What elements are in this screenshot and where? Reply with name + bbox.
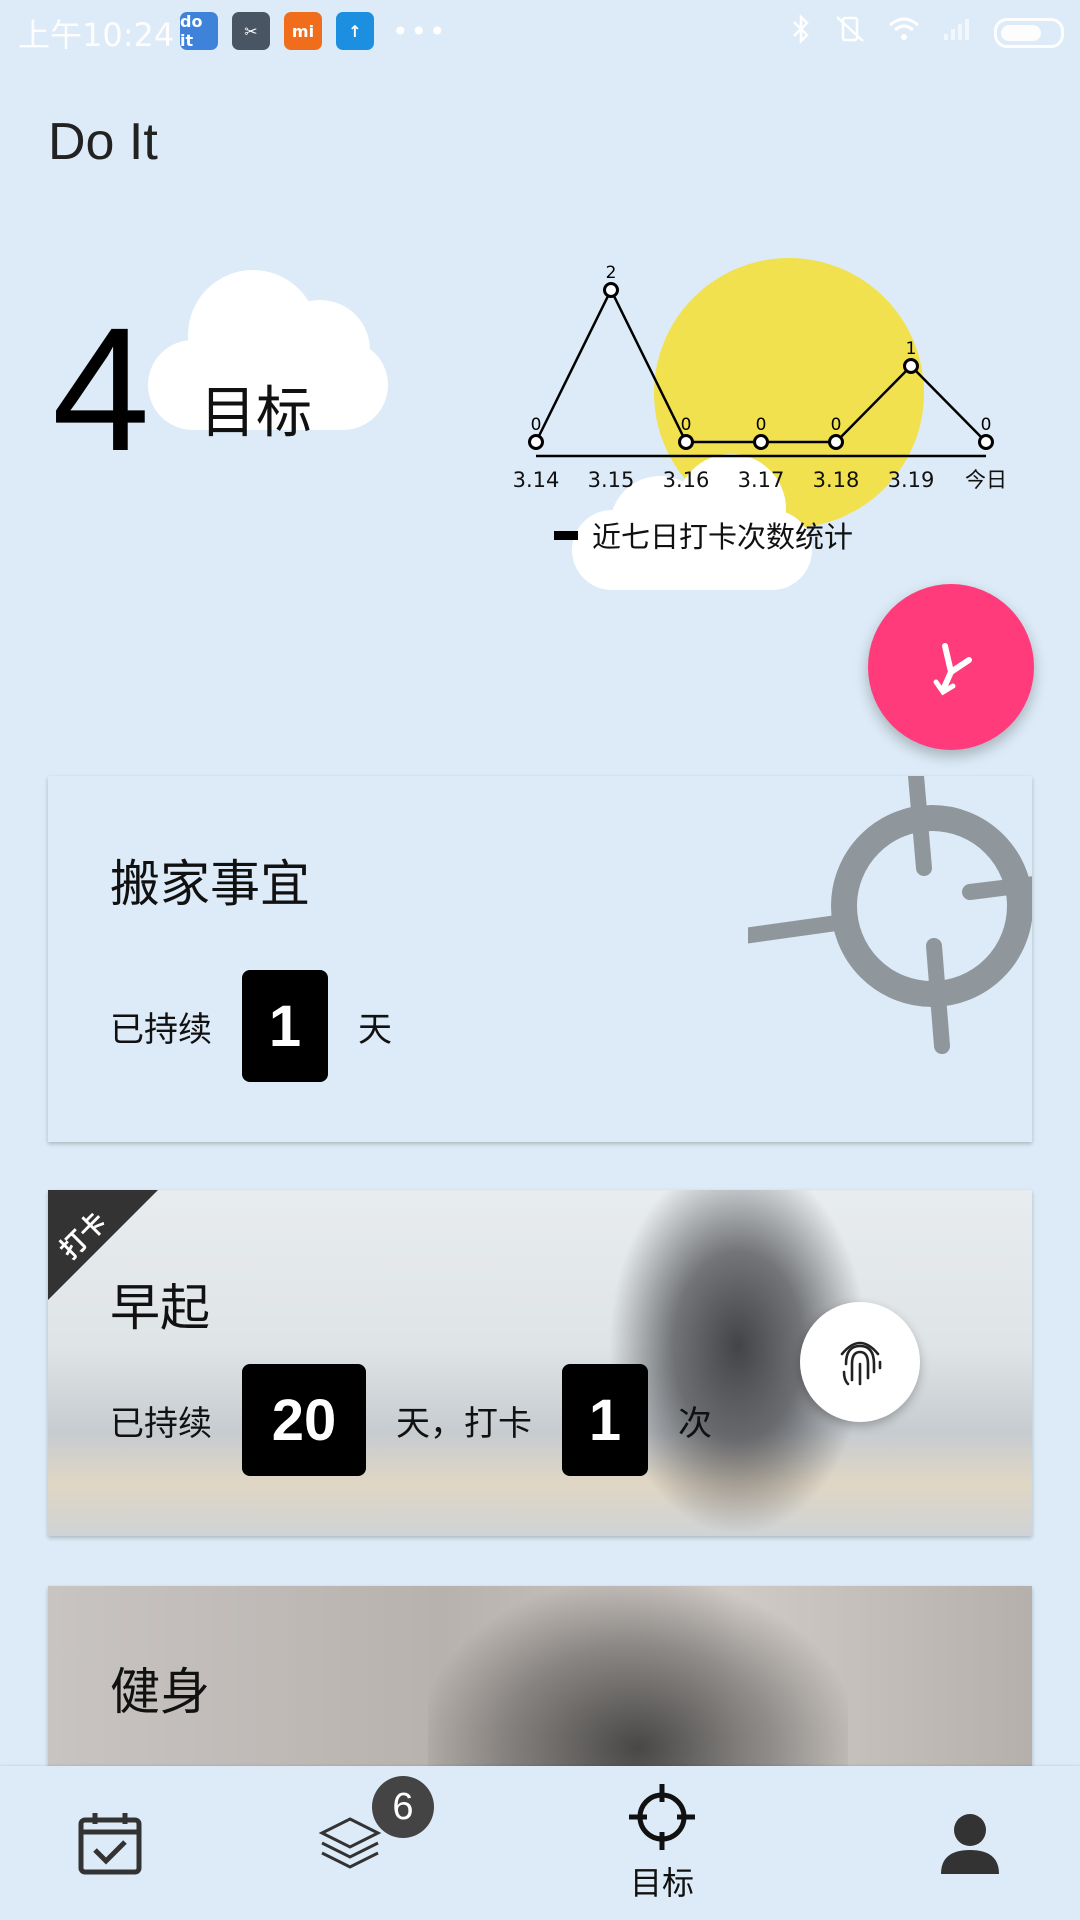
chart-tick-label: 3.17 xyxy=(738,468,785,492)
chart-tick-label: 3.19 xyxy=(888,468,935,492)
chart-point xyxy=(528,434,544,450)
calendar-check-icon xyxy=(78,1813,142,1875)
mi-app-icon: mi xyxy=(284,12,322,50)
list-count-badge: 6 xyxy=(372,1776,434,1838)
goal-label: 目标 xyxy=(200,381,312,446)
chart-data-label: 0 xyxy=(531,415,542,435)
bluetooth-icon xyxy=(790,13,812,51)
goal-card-fitness[interactable]: 健身 xyxy=(48,1586,1032,1766)
card-title: 健身 xyxy=(110,1663,210,1721)
wifi-icon xyxy=(888,16,920,49)
status-app-icons: do it ✂ mi ↑ ••• xyxy=(180,12,448,50)
signal-icon xyxy=(942,16,972,49)
chart-data-label: 0 xyxy=(831,415,842,435)
chart-tick-label: 3.15 xyxy=(588,468,635,492)
bottom-navigation: 目标 xyxy=(0,1766,1080,1920)
duration-row: 已持续 20 天，打卡 1 次 xyxy=(110,1364,712,1476)
nav-goals-label: 目标 xyxy=(629,1864,694,1902)
chart-data-label: 0 xyxy=(756,415,767,435)
status-time: 上午10:24 xyxy=(18,16,175,54)
scissors-app-icon: ✂ xyxy=(232,12,270,50)
legend-swatch xyxy=(554,530,578,540)
branch-fab-button[interactable] xyxy=(868,584,1034,750)
status-bar: 上午10:24 do it ✂ mi ↑ ••• xyxy=(0,0,1080,62)
chart-data-label: 0 xyxy=(681,415,692,435)
duration-suffix: 天 xyxy=(358,1009,392,1050)
vibrate-off-icon xyxy=(834,14,866,51)
battery-icon xyxy=(994,17,1064,48)
checkin-count: 1 xyxy=(562,1364,648,1476)
target-icon xyxy=(629,1784,695,1850)
status-system-icons xyxy=(790,13,1064,51)
chart-point xyxy=(678,434,694,450)
person-icon xyxy=(941,1814,999,1874)
chart-data-label: 1 xyxy=(906,339,917,359)
chart-data-label: 0 xyxy=(981,415,992,435)
layers-icon xyxy=(318,1817,382,1869)
target-icon xyxy=(748,776,1032,1054)
chart-point xyxy=(603,282,619,298)
chart-data-label: 2 xyxy=(606,263,617,283)
chart-tick-label: 今日 xyxy=(965,468,1007,492)
nav-goals-tab[interactable]: 目标 xyxy=(610,1766,714,1920)
chart-tick-label: 3.14 xyxy=(513,468,560,492)
chart-tick-label: 3.18 xyxy=(813,468,860,492)
chart-legend: 近七日打卡次数统计 xyxy=(554,514,853,556)
nav-profile-tab[interactable] xyxy=(930,1766,1010,1920)
more-notifications-icon: ••• xyxy=(392,14,448,48)
count-suffix: 次 xyxy=(678,1403,712,1444)
checkin-line-chart: 0 3.14 2 3.15 0 3.16 0 3.17 0 3.18 1 3.19 0 今日 xyxy=(513,263,1007,492)
duration-prefix: 已持续 xyxy=(110,1403,212,1444)
goal-card-moving[interactable]: 搬家事宜 已持续 1 天 xyxy=(48,776,1032,1142)
legend-label: 近七日打卡次数统计 xyxy=(592,520,854,554)
chart-tick-label: 3.16 xyxy=(663,468,710,492)
chart-point xyxy=(978,434,994,450)
fingerprint-checkin-button[interactable] xyxy=(800,1302,920,1422)
chart-point xyxy=(753,434,769,450)
card-photo-shadow xyxy=(428,1586,848,1766)
days-count: 1 xyxy=(242,970,328,1082)
chart-point xyxy=(828,434,844,450)
fingerprint-icon xyxy=(840,1341,882,1386)
days-count: 20 xyxy=(242,1364,366,1476)
doit-app-icon: do it xyxy=(180,12,218,50)
app-title: Do It xyxy=(48,113,158,171)
goal-count: 4 xyxy=(52,292,150,488)
chart-point xyxy=(903,358,919,374)
branch-icon xyxy=(933,643,972,696)
duration-row: 已持续 1 天 xyxy=(110,970,392,1082)
upload-app-icon: ↑ xyxy=(336,12,374,50)
duration-prefix: 已持续 xyxy=(110,1009,212,1050)
card-title: 搬家事宜 xyxy=(110,855,310,913)
duration-mid: 天，打卡 xyxy=(396,1403,532,1444)
nav-checkin-tab[interactable] xyxy=(60,1766,160,1920)
card-title: 早起 xyxy=(110,1279,210,1337)
